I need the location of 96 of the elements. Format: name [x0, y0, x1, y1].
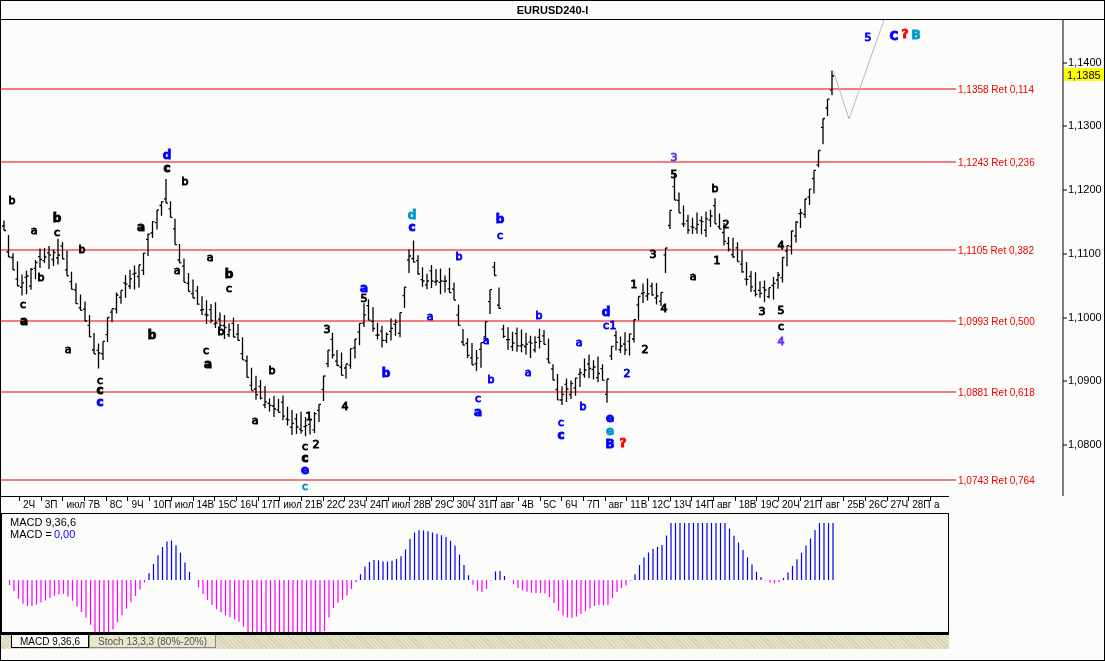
wave-label: c — [557, 428, 565, 442]
wave-label: 5 — [360, 292, 368, 305]
price-tick-label: 1,1400 — [1068, 56, 1102, 68]
wave-label: c — [602, 319, 610, 332]
wave-label: 2 — [641, 343, 649, 356]
wave-label: a — [689, 270, 697, 283]
wave-label: 4 — [777, 239, 785, 252]
wave-label: b — [52, 211, 62, 225]
current-price-marker: 1,1385 — [1064, 68, 1104, 81]
wave-label: c — [474, 392, 482, 405]
wave-label: 4 — [660, 302, 668, 315]
wave-label: c — [301, 480, 309, 493]
price-tick-label: 1,0900 — [1068, 374, 1102, 386]
wave-label: e — [605, 411, 615, 425]
wave-label: a — [426, 310, 434, 323]
wave-label: a — [173, 264, 181, 277]
wave-label: 3 — [323, 323, 331, 336]
retracement-label: 1,0993 Ret 0,500 — [958, 316, 1035, 327]
wave-label: e — [300, 463, 310, 477]
wave-label: a — [30, 224, 38, 237]
wave-label: c — [96, 395, 104, 409]
wave-label: c — [202, 344, 210, 357]
wave-label: a — [251, 414, 259, 427]
wave-label: C — [889, 29, 899, 43]
retracement-label: 1,1358 Ret 0,114 — [958, 84, 1034, 95]
wave-label: b — [217, 325, 225, 338]
wave-label: 3 — [670, 151, 678, 164]
wave-label: b — [579, 400, 587, 413]
wave-label: c — [19, 298, 27, 311]
wave-label: b — [8, 194, 16, 207]
wave-label: 2 — [623, 367, 631, 380]
wave-label: b — [381, 366, 391, 380]
wave-label: ? — [619, 436, 627, 450]
indicator-tab[interactable]: Stoch 13,3,3 (80%-20%) — [89, 635, 216, 648]
wave-label: c — [53, 226, 61, 239]
wave-label: c — [777, 320, 785, 333]
wave-label: e — [605, 424, 615, 438]
indicator-value: 0,00 — [53, 528, 76, 540]
wave-label: b — [495, 212, 505, 226]
wave-label: ? — [901, 27, 909, 41]
wave-label: b — [37, 271, 45, 284]
wave-label: 5 — [777, 304, 785, 317]
wave-label: a — [473, 405, 483, 419]
wave-label: 1 — [630, 278, 638, 291]
wave-label: c — [496, 229, 504, 242]
wave-label: 2 — [722, 218, 730, 231]
wave-label: d — [407, 208, 417, 222]
price-tick-label: 1,1300 — [1068, 119, 1102, 131]
wave-label: a — [136, 220, 146, 234]
wave-label: c — [163, 161, 171, 175]
wave-label: a — [206, 251, 214, 264]
retracement-label: 1,1105 Ret 0,382 — [958, 245, 1034, 256]
wave-label: a — [64, 343, 72, 356]
indicator-name: MACD 9,36,6 — [10, 516, 77, 528]
price-tick-label: 1,1000 — [1068, 311, 1102, 323]
wave-label: b — [224, 267, 234, 281]
wave-label: a — [575, 336, 583, 349]
retracement-label: 1,1243 Ret 0,236 — [958, 157, 1035, 168]
indicator-tab[interactable]: MACD 9,36,6 — [11, 635, 90, 648]
retracement-label: 1,0743 Ret 0,764 — [958, 475, 1035, 486]
wave-label: c — [301, 451, 309, 465]
wave-label: b — [535, 309, 543, 322]
wave-label: c — [301, 440, 309, 453]
wave-label: c — [557, 416, 565, 429]
wave-label: b — [147, 328, 157, 342]
wave-label: d — [601, 305, 611, 319]
wave-label: 1 — [609, 319, 617, 332]
wave-label: 1 — [713, 254, 721, 267]
wave-label: 4 — [777, 335, 785, 348]
wave-label: a — [482, 334, 490, 347]
wave-label: 2 — [312, 438, 320, 451]
wave-label: 3 — [649, 248, 657, 261]
wave-label: b — [487, 373, 495, 386]
wave-label: d — [162, 148, 172, 162]
wave-label: a — [524, 366, 532, 379]
wave-label: B — [605, 437, 615, 451]
wave-label: c — [408, 220, 416, 234]
wave-label: 5 — [864, 31, 872, 44]
price-tick-label: 1,1200 — [1068, 183, 1102, 195]
indicator-value-label: MACD = — [10, 528, 52, 540]
wave-label: b — [78, 243, 86, 256]
wave-label: b — [711, 182, 719, 195]
wave-label: a — [359, 281, 369, 295]
wave-label: B — [911, 28, 921, 42]
wave-label: b — [268, 364, 276, 377]
wave-label: c — [225, 282, 233, 295]
chart-title: EURUSD240-I — [516, 4, 589, 16]
wave-label: b — [181, 175, 189, 188]
wave-label: 4 — [341, 400, 349, 413]
price-tick-label: 1,0800 — [1068, 438, 1102, 450]
retracement-label: 1,0881 Ret 0,618 — [958, 387, 1035, 398]
wave-label: a — [203, 357, 213, 371]
price-tick-label: 1,1100 — [1068, 247, 1101, 259]
wave-label: b — [455, 250, 463, 263]
wave-label: 3 — [758, 305, 766, 318]
wave-label: a — [19, 314, 29, 328]
